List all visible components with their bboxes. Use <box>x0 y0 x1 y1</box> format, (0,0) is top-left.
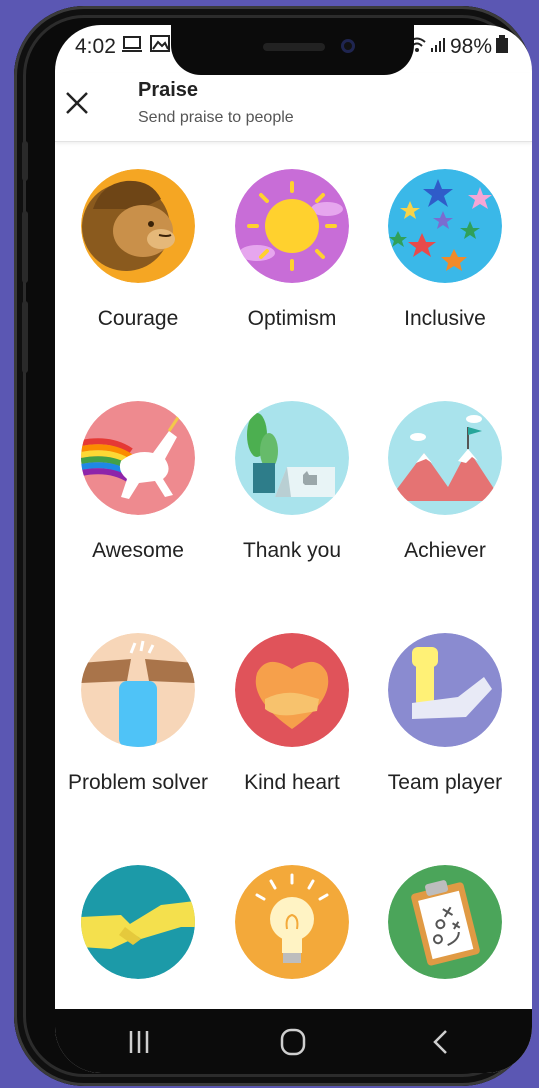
close-button[interactable] <box>61 87 93 119</box>
mountain-flag-icon <box>388 401 502 515</box>
phone-frame: 4:02 98% Praise Send praise to people Co… <box>14 6 532 1086</box>
front-camera <box>341 39 355 53</box>
badge-grid: Courage Optimism Inclusive Awesome Thank… <box>55 143 532 1009</box>
lightbulb-icon <box>235 865 349 979</box>
battery-level: 98% <box>449 35 492 58</box>
stars-icon <box>388 169 502 283</box>
recent-apps-button[interactable] <box>119 1027 159 1057</box>
badge-label: Thank you <box>242 539 342 562</box>
badge-label: Awesome <box>92 539 184 562</box>
home-button[interactable] <box>273 1027 313 1057</box>
badge-label: Courage <box>97 307 179 330</box>
badge-inclusive[interactable]: Inclusive <box>370 169 520 330</box>
page-subtitle: Send praise to people <box>138 109 294 126</box>
home-icon <box>280 1028 306 1056</box>
badge-clipboard[interactable] <box>370 865 520 1003</box>
speaker <box>263 43 325 51</box>
badge-optimism[interactable]: Optimism <box>217 169 367 330</box>
mute-switch <box>22 141 28 181</box>
page-title: Praise <box>138 79 199 101</box>
image-icon <box>149 35 172 59</box>
badge-label: Achiever <box>404 539 486 562</box>
fist-icon <box>81 633 195 747</box>
unicorn-icon <box>81 401 195 515</box>
cast-icon <box>121 35 144 59</box>
badge-kind-heart[interactable]: Kind heart <box>217 633 367 794</box>
lion-icon <box>81 169 195 283</box>
heart-hands-icon <box>235 633 349 747</box>
praise-header: Praise Send praise to people <box>55 73 532 142</box>
badge-label: Team player <box>387 771 503 794</box>
sun-icon <box>235 169 349 283</box>
badge-awesome[interactable]: Awesome <box>63 401 213 562</box>
badge-thank-you[interactable]: Thank you <box>217 401 367 562</box>
volume-down-button <box>22 301 28 373</box>
battery-icon <box>496 35 508 59</box>
badge-label: Kind heart <box>244 771 340 794</box>
clipboard-icon <box>388 865 502 979</box>
screen: 4:02 98% Praise Send praise to people Co… <box>55 25 532 1073</box>
volume-up-button <box>22 211 28 283</box>
badge-label: Problem solver <box>67 771 209 794</box>
close-icon <box>66 92 88 114</box>
arms-icon <box>388 633 502 747</box>
status-time: 4:02 <box>75 35 116 58</box>
badge-handshake[interactable] <box>63 865 213 1003</box>
android-nav-bar <box>55 1009 532 1073</box>
signal-icon <box>430 35 446 59</box>
handshake-icon <box>81 865 195 979</box>
badge-label: Inclusive <box>404 307 486 330</box>
badge-courage[interactable]: Courage <box>63 169 213 330</box>
badge-team-player[interactable]: Team player <box>370 633 520 794</box>
badge-problem-solver[interactable]: Problem solver <box>63 633 213 794</box>
badge-achiever[interactable]: Achiever <box>370 401 520 562</box>
thank-you-card-icon <box>235 401 349 515</box>
back-icon <box>433 1030 447 1054</box>
badge-label: Optimism <box>247 307 337 330</box>
recent-apps-icon <box>129 1031 149 1053</box>
back-button[interactable] <box>421 1027 461 1057</box>
badge-lightbulb[interactable] <box>217 865 367 1003</box>
notch <box>171 25 414 75</box>
